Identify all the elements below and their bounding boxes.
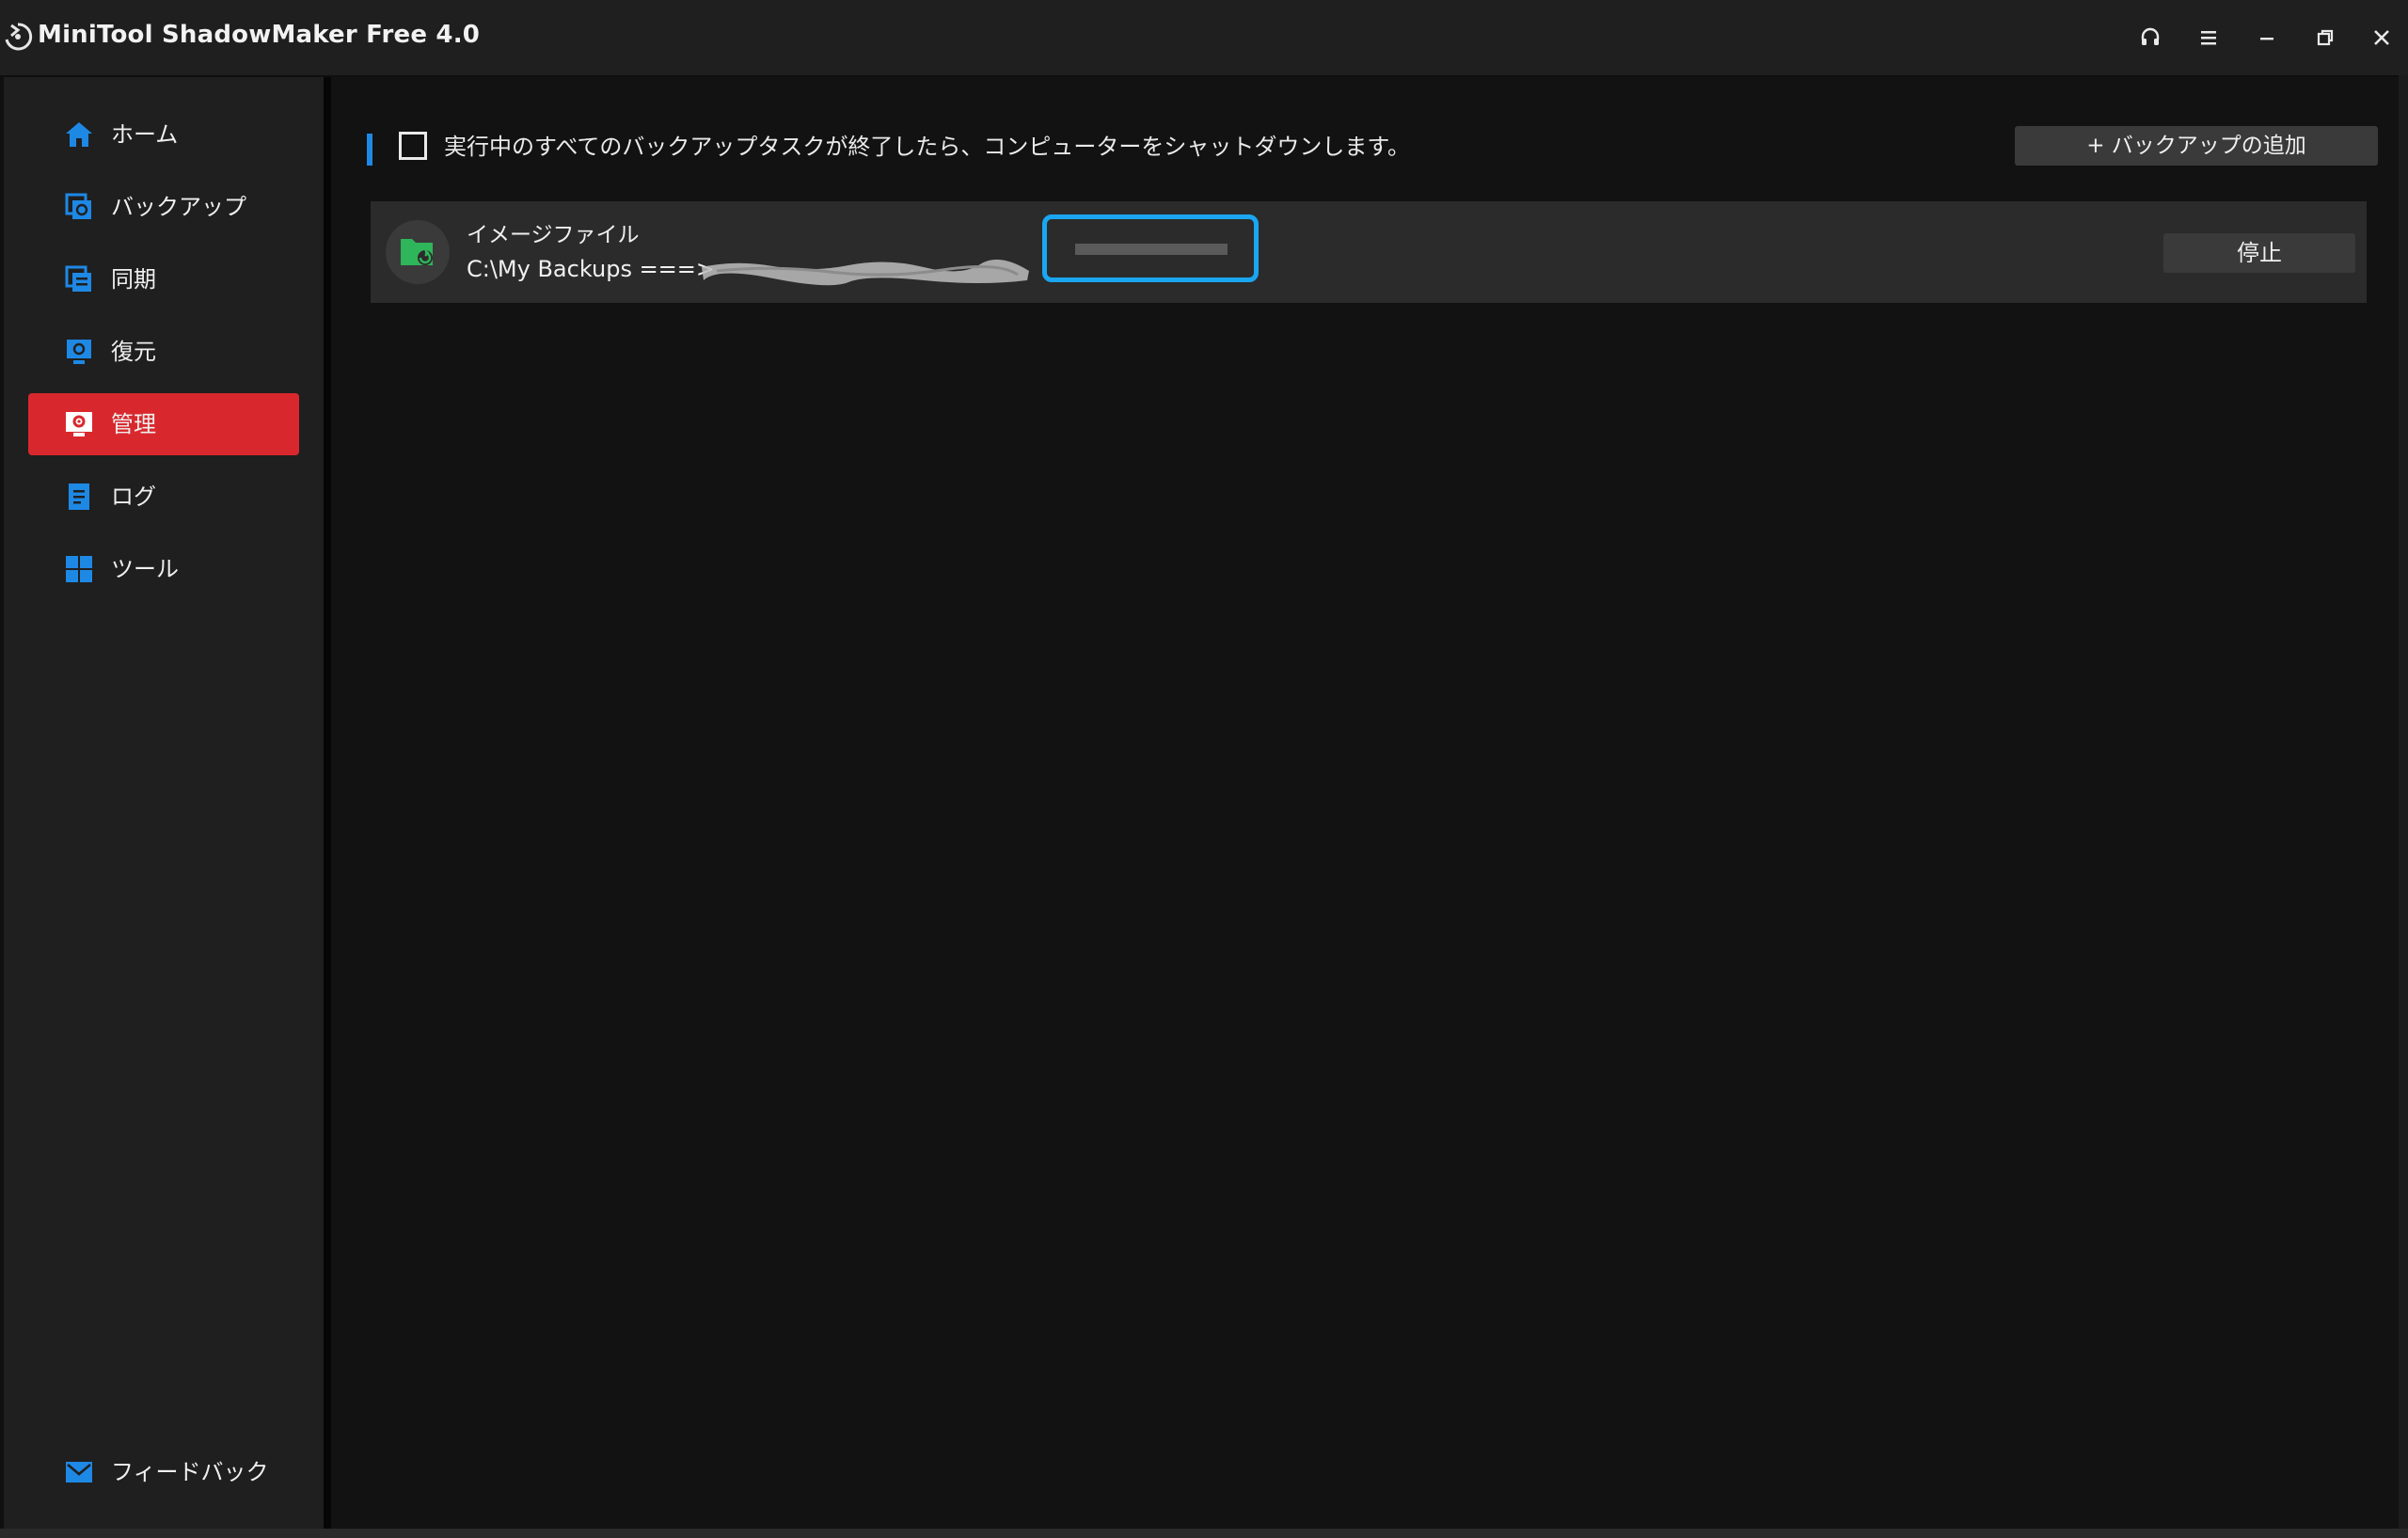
sidebar-item-label: ログ bbox=[111, 484, 156, 510]
task-path: C:\My Backups ===> bbox=[467, 256, 716, 282]
backup-icon bbox=[65, 193, 91, 219]
log-icon bbox=[69, 484, 89, 510]
manage-panel: 実行中のすべてのバックアップタスクが終了したら、コンピューターをシャットダウンし… bbox=[331, 77, 2399, 1529]
menu-icon bbox=[2201, 31, 2216, 45]
sidebar-item-label: バックアップ bbox=[111, 194, 246, 220]
close-icon bbox=[2374, 30, 2389, 45]
mail-icon bbox=[66, 1462, 92, 1483]
shutdown-checkbox-label[interactable]: 実行中のすべてのバックアップタスクが終了したら、コンピューターをシャットダウンし… bbox=[444, 130, 1410, 164]
title-bar: MiniTool ShadowMaker Free 4.0 bbox=[0, 0, 2408, 75]
sidebar-divider bbox=[324, 77, 331, 1529]
sidebar-item-label: ホーム bbox=[111, 121, 179, 148]
sidebar-item-label: 復元 bbox=[111, 339, 156, 365]
home-icon bbox=[66, 122, 92, 147]
sidebar-item-restore[interactable]: 復元 bbox=[28, 321, 299, 383]
sidebar-item-manage[interactable]: 管理 bbox=[28, 393, 299, 455]
task-progress-bar bbox=[1075, 244, 1228, 255]
sidebar: ホーム バックアップ 同期 復元 管理 ログ ツール フィードバック bbox=[4, 77, 324, 1529]
redacted-destination bbox=[702, 259, 1029, 286]
section-accent bbox=[367, 134, 372, 166]
sidebar-item-label: フィードバック bbox=[111, 1459, 269, 1485]
sidebar-item-feedback[interactable]: フィードバック bbox=[28, 1441, 299, 1503]
sidebar-item-backup[interactable]: バックアップ bbox=[28, 176, 299, 238]
task-title: イメージファイル bbox=[467, 223, 640, 247]
manage-icon bbox=[66, 412, 92, 436]
sync-icon bbox=[65, 265, 91, 292]
headset-icon bbox=[2141, 27, 2160, 45]
minimize-icon bbox=[2260, 38, 2273, 40]
menu-button[interactable] bbox=[2190, 19, 2227, 56]
backup-task-row: イメージファイル C:\My Backups ===> 停止 bbox=[371, 201, 2367, 303]
image-file-backup-icon bbox=[401, 239, 433, 265]
sidebar-item-label: 同期 bbox=[111, 266, 156, 293]
sidebar-item-home[interactable]: ホーム bbox=[28, 103, 299, 166]
restore-icon bbox=[2317, 29, 2334, 46]
sidebar-item-label: ツール bbox=[111, 556, 179, 582]
stop-button[interactable]: 停止 bbox=[2163, 233, 2355, 273]
minimize-button[interactable] bbox=[2248, 19, 2286, 56]
window-bottom-border bbox=[0, 1529, 2408, 1538]
add-backup-button[interactable]: + バックアップの追加 bbox=[2015, 126, 2378, 166]
app-window: MiniTool ShadowMaker Free 4.0 ホーム バックアップ… bbox=[0, 0, 2408, 1538]
task-progress-focus[interactable] bbox=[1042, 214, 1259, 282]
sidebar-item-label: 管理 bbox=[111, 411, 156, 437]
close-button[interactable] bbox=[2363, 19, 2400, 56]
sidebar-item-log[interactable]: ログ bbox=[28, 466, 299, 528]
support-button[interactable] bbox=[2131, 19, 2169, 56]
task-icon-badge bbox=[386, 220, 450, 284]
app-logo-icon bbox=[5, 23, 33, 51]
restore-button[interactable] bbox=[2306, 19, 2344, 56]
window-right-border bbox=[2399, 75, 2408, 1538]
tools-icon bbox=[66, 556, 92, 582]
sidebar-item-tools[interactable]: ツール bbox=[28, 538, 299, 600]
window-title: MiniTool ShadowMaker Free 4.0 bbox=[38, 21, 481, 49]
shutdown-checkbox[interactable] bbox=[399, 132, 427, 160]
restore-backup-icon bbox=[67, 340, 91, 364]
sidebar-item-sync[interactable]: 同期 bbox=[28, 248, 299, 310]
